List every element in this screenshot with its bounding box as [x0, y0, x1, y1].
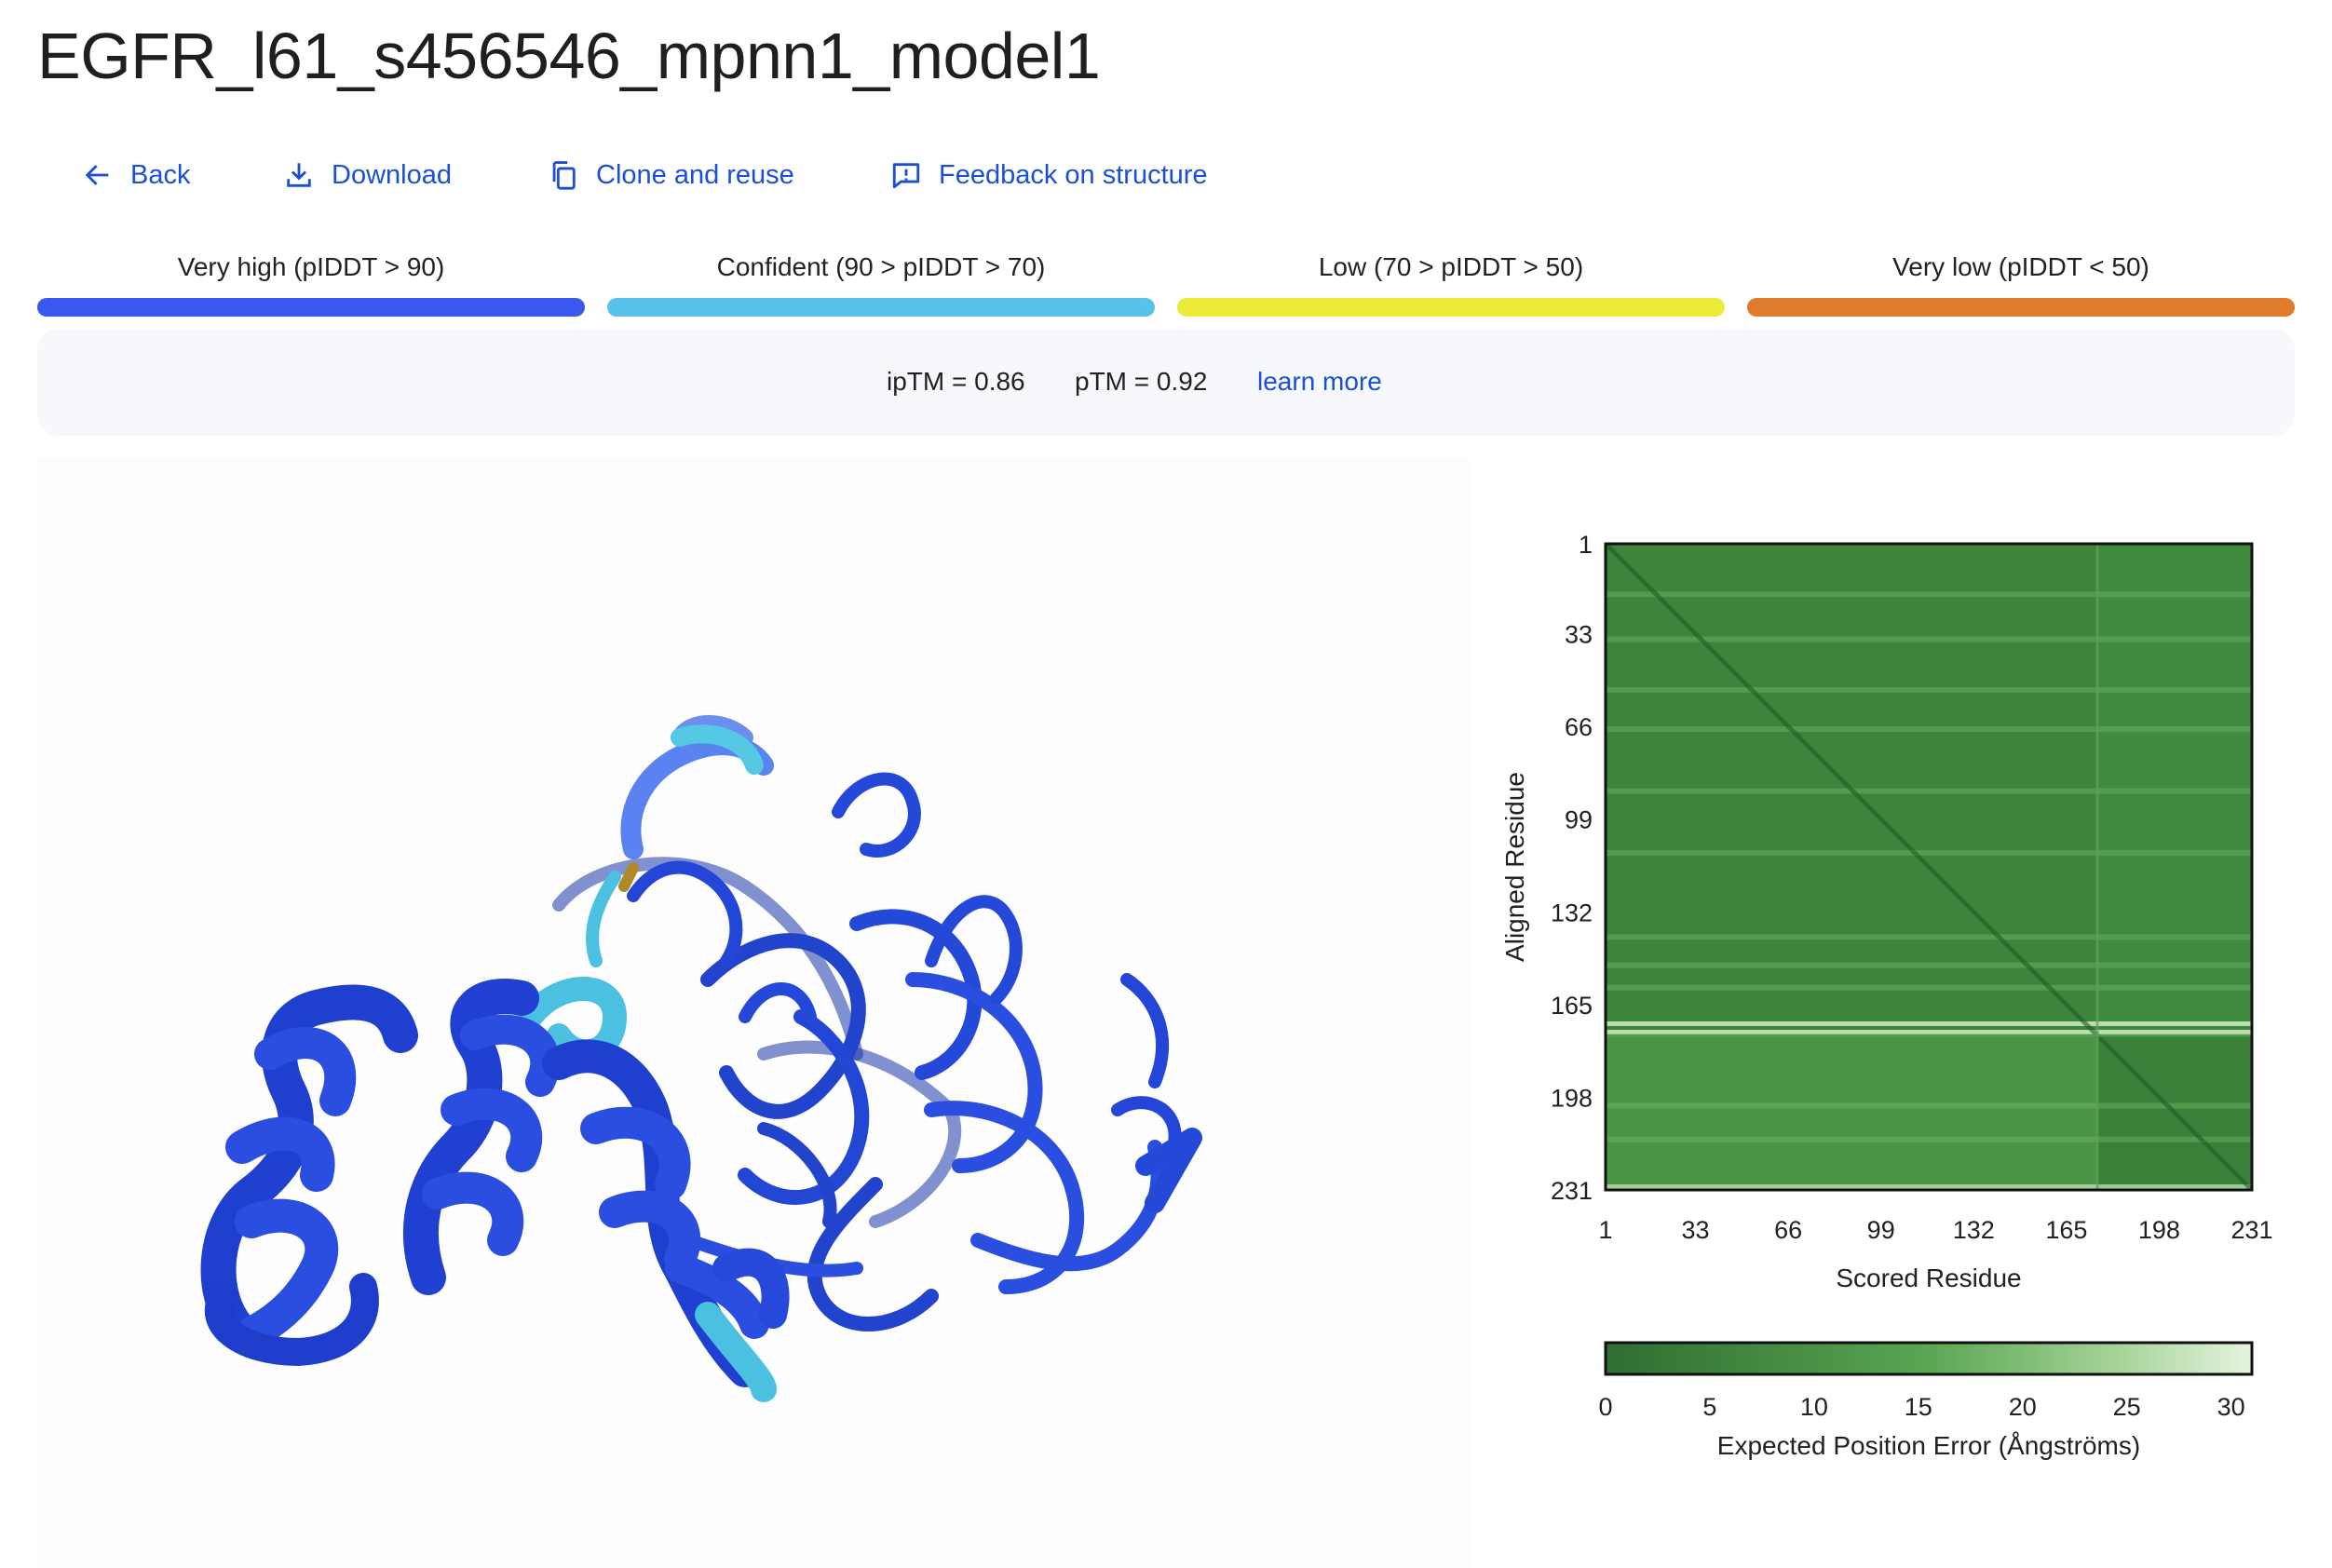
- legend-very-high-label: Very high (pIDDT > 90): [177, 252, 445, 281]
- legend-very-high-bar: [37, 298, 585, 317]
- ptm-value: pTM = 0.92: [1075, 367, 1208, 396]
- pae-stripe: [1606, 934, 2252, 940]
- y-tick-label: 198: [1551, 1084, 1593, 1112]
- y-tick-label: 165: [1551, 992, 1593, 1020]
- colorbar-tick-labels: 0 5 10 15 20 25 30: [1598, 1393, 2244, 1421]
- back-button-label: Back: [130, 159, 191, 190]
- x-tick-label: 132: [1953, 1216, 1995, 1244]
- clone-and-reuse-button[interactable]: Clone and reuse: [548, 149, 794, 201]
- pae-bright-row: [1606, 1030, 2252, 1035]
- legend-low-bar: [1177, 298, 1725, 317]
- plddt-legend: Very high (pIDDT > 90) Confident (90 > p…: [37, 250, 2295, 317]
- colorbar-tick-label: 20: [2009, 1393, 2037, 1421]
- colorbar-tick-label: 25: [2113, 1393, 2141, 1421]
- legend-very-low-label: Very low (pIDDT < 50): [1892, 252, 2149, 281]
- colorbar-tick-label: 0: [1598, 1393, 1612, 1421]
- download-icon: [287, 163, 311, 187]
- x-tick-label: 66: [1774, 1216, 1802, 1244]
- colorbar: [1604, 1341, 2254, 1376]
- legend-confident: Confident (90 > pIDDT > 70): [607, 250, 1155, 317]
- pae-stripe: [1606, 962, 2252, 968]
- action-bar: Back Download Clone and reuse Feedback o…: [0, 149, 2332, 201]
- pae-heatmap-svg: 1336699132165198231 1 33 66 99 132 165 198 231 …: [1500, 531, 2273, 1460]
- y-tick-label: 66: [1565, 713, 1593, 741]
- feedback-button-label: Feedback on structure: [939, 159, 1208, 190]
- colorbar-tick-label: 10: [1800, 1393, 1828, 1421]
- colorbar-tick-label: 5: [1702, 1393, 1716, 1421]
- pae-stripe: [1606, 591, 2252, 598]
- x-tick-label: 99: [1867, 1216, 1895, 1244]
- y-tick-label: 231: [1551, 1177, 1593, 1205]
- y-axis-label: Aligned Residue: [1500, 772, 1529, 962]
- pae-stripe: [1606, 726, 2252, 733]
- pae-stripe: [1606, 788, 2252, 794]
- iptm-value: ipTM = 0.86: [887, 367, 1025, 396]
- x-axis-label: Scored Residue: [1836, 1264, 2021, 1292]
- pae-plot: 1 33 66 99 132 165 198 231 1 33 66 99 132 165 198 231 …: [1490, 521, 2332, 1568]
- feedback-button[interactable]: Feedback on structure: [890, 149, 1208, 201]
- copy-icon: [552, 161, 576, 190]
- clone-and-reuse-label: Clone and reuse: [596, 159, 794, 190]
- download-button-label: Download: [332, 159, 452, 190]
- y-tick-label: 33: [1565, 621, 1593, 649]
- x-tick-label: 165: [2045, 1216, 2087, 1244]
- back-button[interactable]: Back: [82, 149, 190, 201]
- page-title: EGFR_l61_s456546_mpnn1_model1: [37, 20, 1101, 92]
- confidence-metrics: ipTM = 0.86 pTM = 0.92 learn more: [37, 330, 2295, 436]
- y-tick-label: 1: [1579, 531, 1593, 559]
- pae-block-cross-ba: [1606, 1035, 2098, 1190]
- feedback-icon: [892, 163, 920, 189]
- colorbar-label: Expected Position Error (Ångströms): [1717, 1431, 2140, 1460]
- legend-very-low: Very low (pIDDT < 50): [1747, 250, 2295, 317]
- colorbar-tick-label: 15: [1905, 1393, 1932, 1421]
- x-tick-label: 33: [1682, 1216, 1710, 1244]
- legend-confident-label: Confident (90 > pIDDT > 70): [716, 252, 1046, 281]
- x-tick-label: 1: [1598, 1216, 1612, 1244]
- x-tick-label: 231: [2230, 1216, 2272, 1244]
- pae-stripe: [1606, 849, 2252, 856]
- colorbar-tick-label: 30: [2217, 1393, 2245, 1421]
- protein-structure-3d[interactable]: [37, 458, 1471, 1568]
- pae-stripe: [1606, 1102, 2252, 1109]
- download-button[interactable]: Download: [283, 149, 452, 201]
- arrow-left-icon: [85, 165, 109, 185]
- x-tick-label: 198: [2138, 1216, 2180, 1244]
- protein-ribbon: [200, 715, 1202, 1402]
- legend-low: Low (70 > pIDDT > 50): [1177, 250, 1725, 317]
- structure-viewer[interactable]: [37, 458, 1471, 1568]
- legend-very-high: Very high (pIDDT > 90): [37, 250, 585, 317]
- y-tick-label: 99: [1565, 806, 1593, 834]
- legend-very-low-bar: [1747, 298, 2295, 317]
- y-tick-label: 132: [1551, 899, 1593, 926]
- legend-confident-bar: [607, 298, 1155, 317]
- pae-stripe: [1606, 1136, 2252, 1142]
- legend-low-label: Low (70 > pIDDT > 50): [1318, 252, 1584, 281]
- learn-more-link[interactable]: learn more: [1257, 365, 1382, 399]
- pae-bright-row: [1606, 1021, 2252, 1026]
- pae-stripe: [1606, 984, 2252, 991]
- pae-stripe: [1606, 686, 2252, 693]
- x-tick-labels: 1 33 66 99 132 165 198 231: [1598, 1216, 2272, 1244]
- y-tick-labels: 1 33 66 99 132 165 198 231: [1551, 531, 1593, 1205]
